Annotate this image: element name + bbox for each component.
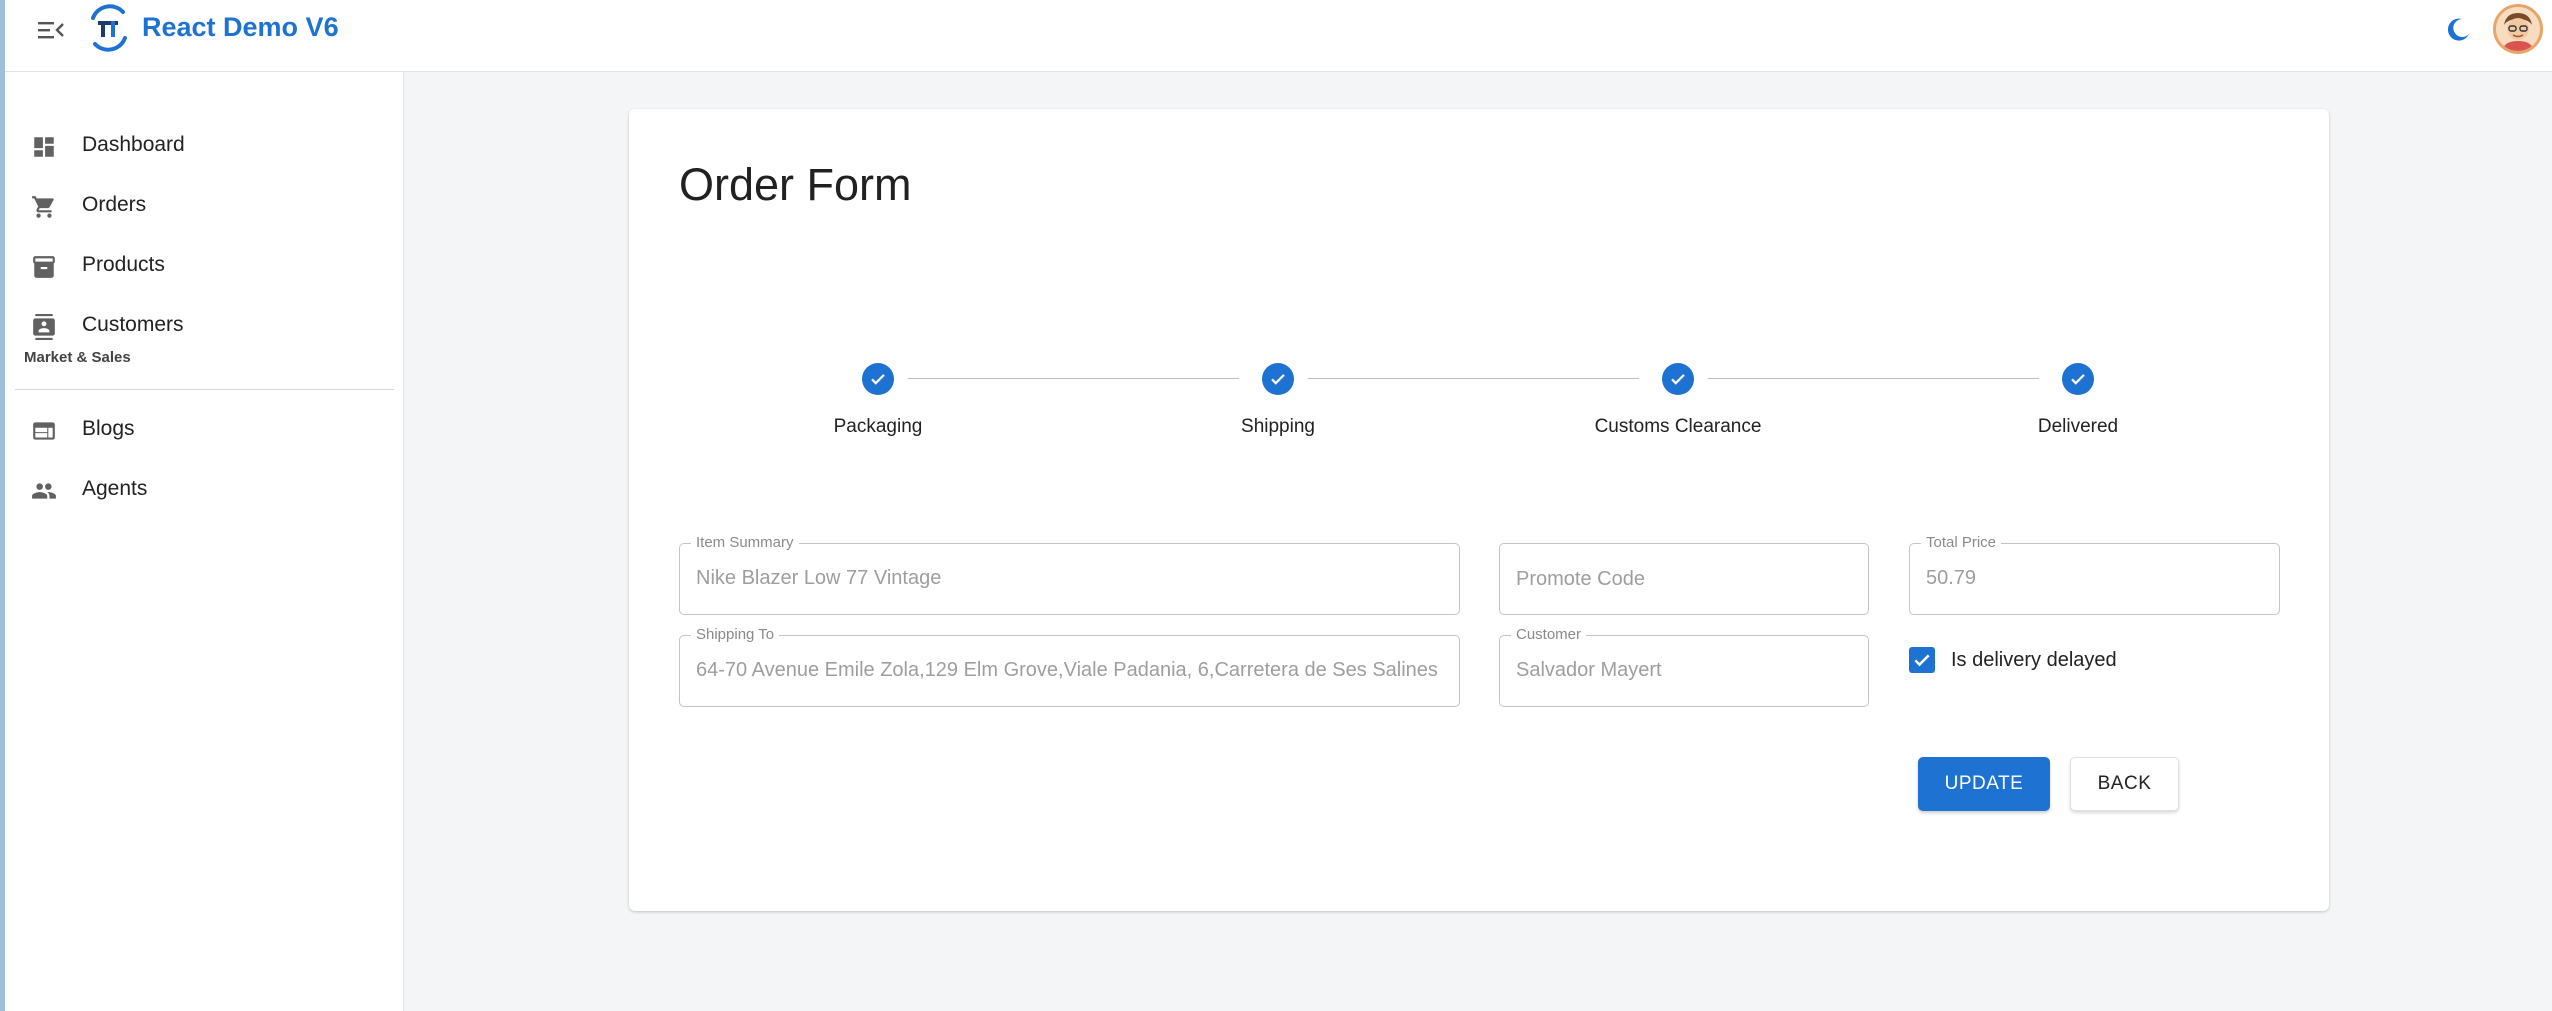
sidebar-item-orders[interactable]: Orders bbox=[5, 178, 404, 234]
promote-code-field[interactable] bbox=[1499, 543, 1869, 615]
delivery-delayed-checkbox-row[interactable]: Is delivery delayed bbox=[1909, 647, 2117, 673]
customer-value: Salvador Mayert bbox=[1516, 659, 1662, 681]
sidebar-divider bbox=[15, 389, 394, 390]
step-label-packaging: Packaging bbox=[833, 416, 923, 437]
item-summary-value: Nike Blazer Low 77 Vintage bbox=[696, 567, 942, 589]
app-title[interactable]: React Demo V6 bbox=[142, 12, 339, 43]
sidebar-item-label: Blogs bbox=[82, 417, 135, 440]
total-price-label: Total Price bbox=[1921, 534, 2002, 552]
sidebar-item-label: Dashboard bbox=[82, 133, 185, 156]
sidebar-item-label: Agents bbox=[82, 477, 148, 500]
step-connector bbox=[1708, 378, 2039, 379]
avatar[interactable] bbox=[2493, 4, 2543, 54]
customer-field[interactable]: Customer Salvador Mayert bbox=[1499, 626, 1869, 707]
step-label-shipping: Shipping bbox=[1241, 416, 1315, 437]
step-connector bbox=[1308, 378, 1639, 379]
moon-icon[interactable] bbox=[2440, 14, 2476, 46]
customer-label: Customer bbox=[1511, 626, 1587, 644]
item-summary-field[interactable]: Item Summary Nike Blazer Low 77 Vintage bbox=[679, 534, 1460, 615]
total-price-field[interactable]: Total Price 50.79 bbox=[1909, 534, 2280, 615]
checkbox-checked-icon[interactable] bbox=[1909, 647, 1935, 673]
web-layout-icon bbox=[29, 416, 59, 446]
sidebar-item-agents[interactable]: Agents bbox=[5, 462, 404, 518]
step-complete-icon bbox=[1262, 363, 1294, 395]
app-logo[interactable] bbox=[87, 4, 131, 52]
promote-code-input[interactable] bbox=[1516, 564, 1854, 594]
step-complete-icon bbox=[1662, 363, 1694, 395]
step-connector bbox=[908, 378, 1239, 379]
total-price-value: 50.79 bbox=[1926, 567, 1977, 589]
back-button[interactable]: BACK bbox=[2070, 757, 2179, 811]
sidebar-item-products[interactable]: Products bbox=[5, 238, 404, 294]
sidebar-item-blogs[interactable]: Blogs bbox=[5, 402, 404, 458]
cart-icon bbox=[29, 192, 59, 222]
people-icon bbox=[29, 476, 59, 506]
sidebar: Dashboard Orders Products Customers Mark… bbox=[5, 72, 404, 1011]
step-label-customs-clearance: Customs Clearance bbox=[1594, 416, 1762, 437]
shipping-to-label: Shipping To bbox=[691, 626, 780, 644]
sidebar-item-label: Products bbox=[82, 253, 165, 276]
step-complete-icon bbox=[2062, 363, 2094, 395]
page-title: Order Form bbox=[679, 159, 912, 210]
step-label-delivered: Delivered bbox=[2037, 416, 2119, 437]
delivery-delayed-label: Is delivery delayed bbox=[1951, 648, 2117, 671]
shipping-to-field[interactable]: Shipping To 64-70 Avenue Emile Zola,129 … bbox=[679, 626, 1460, 707]
app-bar: React Demo V6 bbox=[5, 0, 2552, 72]
shipping-to-value: 64-70 Avenue Emile Zola,129 Elm Grove,Vi… bbox=[696, 659, 1438, 681]
menu-collapse-icon[interactable] bbox=[31, 14, 71, 46]
contact-card-icon bbox=[29, 312, 59, 342]
update-button[interactable]: UPDATE bbox=[1918, 757, 2050, 811]
sidebar-item-label: Orders bbox=[82, 193, 147, 216]
item-summary-label: Item Summary bbox=[691, 534, 799, 552]
sidebar-item-label: Customers bbox=[82, 313, 184, 336]
order-form-card: Order Form Packaging Shipping Customs Cl… bbox=[629, 109, 2329, 911]
archive-icon bbox=[29, 252, 59, 282]
sidebar-item-customers[interactable]: Customers bbox=[5, 298, 404, 354]
dashboard-icon bbox=[29, 132, 59, 162]
sidebar-section-label: Market & Sales bbox=[24, 349, 131, 366]
step-complete-icon bbox=[862, 363, 894, 395]
sidebar-item-dashboard[interactable]: Dashboard bbox=[5, 118, 404, 174]
